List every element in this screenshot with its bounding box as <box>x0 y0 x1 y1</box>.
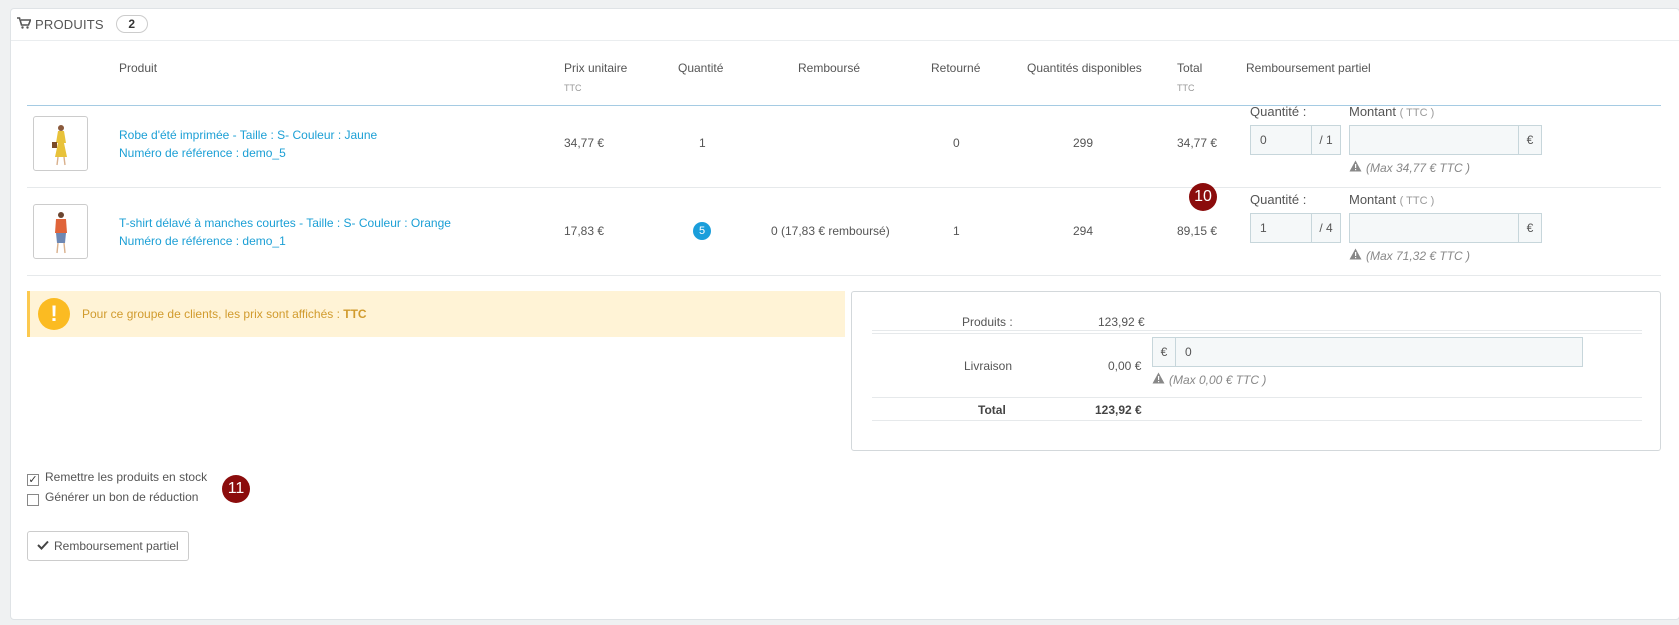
available-quantity: 299 <box>1073 136 1094 150</box>
summary-products-value: 123,92 € <box>1098 315 1145 329</box>
warning-icon <box>1152 372 1165 387</box>
partial-amount-label: Montant ( TTC ) <box>1349 104 1434 119</box>
max-amount-text: (Max 34,77 € TTC ) <box>1366 160 1471 175</box>
header-refunded: Remboursé <box>798 61 861 75</box>
product-count-badge: 2 <box>115 15 148 33</box>
partial-amount-label: Montant ( TTC ) <box>1349 192 1434 207</box>
heading-divider <box>11 40 1679 41</box>
amount-label-sub: ( TTC ) <box>1399 107 1435 119</box>
quantity-badge: 5 <box>693 222 711 240</box>
check-icon <box>37 532 49 560</box>
returned: 1 <box>953 224 960 238</box>
voucher-checkbox[interactable] <box>27 494 39 506</box>
row-divider <box>27 187 1661 188</box>
exclamation-icon: ! <box>38 298 70 330</box>
warning-icon <box>1349 160 1362 175</box>
partial-refund-button[interactable]: Remboursement partiel <box>27 531 189 561</box>
product-thumbnail[interactable] <box>33 204 88 259</box>
header-unit-price-sub: TTC <box>564 83 582 93</box>
partial-qty-label: Quantité : <box>1250 104 1307 119</box>
panel-heading: PRODUITS 2 <box>17 15 148 33</box>
row-total: 34,77 € <box>1177 136 1218 150</box>
products-panel: PRODUITS 2 Produit Prix unitaire TTC Qua… <box>10 8 1679 620</box>
shipping-currency-addon: € <box>1152 337 1176 367</box>
callout-marker-11: 11 <box>222 475 250 503</box>
header-partial-refund: Remboursement partiel <box>1246 61 1371 75</box>
restock-checkbox[interactable]: ✓ <box>27 474 39 486</box>
product-reference[interactable]: Numéro de référence : demo_1 <box>119 232 451 250</box>
summary-divider <box>872 333 1642 334</box>
restock-label[interactable]: Remettre les produits en stock <box>45 470 207 484</box>
alert-text: Pour ce groupe de clients, les prix sont… <box>82 307 344 321</box>
shipping-max-help: (Max 0,00 € TTC ) <box>1152 372 1266 387</box>
product-row-2-link[interactable]: T-shirt délavé à manches courtes - Taill… <box>119 214 451 250</box>
currency-addon: € <box>1518 213 1542 243</box>
currency-addon: € <box>1518 125 1542 155</box>
unit-price: 17,83 € <box>564 224 605 238</box>
available-quantity: 294 <box>1073 224 1094 238</box>
product-thumbnail[interactable] <box>33 116 88 171</box>
qty-max-addon: / 1 <box>1311 125 1341 155</box>
shipping-max-text: (Max 0,00 € TTC ) <box>1169 372 1267 387</box>
product-name[interactable]: T-shirt délavé à manches courtes - Taill… <box>119 214 451 232</box>
dress-image <box>52 125 67 166</box>
panel-title: PRODUITS <box>35 16 104 32</box>
returned: 0 <box>953 136 960 150</box>
product-row-1-link[interactable]: Robe d'été imprimée - Taille : S- Couleu… <box>119 126 377 162</box>
refund-summary: Produits : 123,92 € Livraison 0,00 € € 0… <box>851 291 1661 451</box>
header-product: Produit <box>119 61 158 75</box>
tshirt-image <box>55 212 67 254</box>
header-total: Total TTC <box>1177 61 1202 93</box>
summary-divider <box>872 420 1642 421</box>
summary-total-label: Total <box>978 403 1006 417</box>
max-amount-text: (Max 71,32 € TTC ) <box>1366 248 1471 263</box>
partial-qty-label: Quantité : <box>1250 192 1307 207</box>
tax-info-alert: ! Pour ce groupe de clients, les prix so… <box>27 291 845 337</box>
partial-qty-input[interactable]: 0 <box>1250 125 1312 155</box>
unit-price: 34,77 € <box>564 136 605 150</box>
header-total-sub: TTC <box>1177 83 1195 93</box>
shipping-refund-input[interactable]: 0 <box>1175 337 1583 367</box>
max-amount-help: (Max 71,32 € TTC ) <box>1349 248 1470 263</box>
alert-strong: TTC <box>343 307 367 321</box>
header-unit-price: Prix unitaire TTC <box>564 61 627 93</box>
summary-shipping-label: Livraison <box>964 359 1013 373</box>
summary-divider <box>872 330 1642 331</box>
cart-icon <box>17 16 32 32</box>
summary-shipping-value: 0,00 € <box>1108 359 1142 373</box>
max-amount-help: (Max 34,77 € TTC ) <box>1349 160 1470 175</box>
partial-amount-input[interactable] <box>1349 125 1519 155</box>
amount-label-text: Montant <box>1349 192 1396 207</box>
row-total: 89,15 € <box>1177 224 1218 238</box>
refunded: 0 (17,83 € remboursé) <box>771 224 890 238</box>
warning-icon <box>1349 248 1362 263</box>
header-quantity: Quantité <box>678 61 724 75</box>
partial-qty-input[interactable]: 1 <box>1250 213 1312 243</box>
partial-refund-button-label: Remboursement partiel <box>54 539 179 553</box>
amount-label-text: Montant <box>1349 104 1396 119</box>
header-total-label: Total <box>1177 61 1203 75</box>
qty-max-addon: / 4 <box>1311 213 1341 243</box>
row-divider <box>27 275 1661 276</box>
partial-amount-input[interactable] <box>1349 213 1519 243</box>
header-available: Quantités disponibles <box>1027 61 1142 75</box>
alert-message: Pour ce groupe de clients, les prix sont… <box>82 307 367 321</box>
summary-products-label: Produits : <box>962 315 1013 329</box>
header-returned: Retourné <box>931 61 981 75</box>
summary-divider <box>872 397 1642 398</box>
amount-label-sub: ( TTC ) <box>1399 195 1435 207</box>
voucher-label[interactable]: Générer un bon de réduction <box>45 490 198 504</box>
callout-marker-10: 10 <box>1189 183 1217 211</box>
header-unit-price-label: Prix unitaire <box>564 61 628 75</box>
summary-total-value: 123,92 € <box>1095 403 1142 417</box>
quantity: 1 <box>699 136 706 150</box>
product-name[interactable]: Robe d'été imprimée - Taille : S- Couleu… <box>119 126 377 144</box>
product-reference[interactable]: Numéro de référence : demo_5 <box>119 144 377 162</box>
